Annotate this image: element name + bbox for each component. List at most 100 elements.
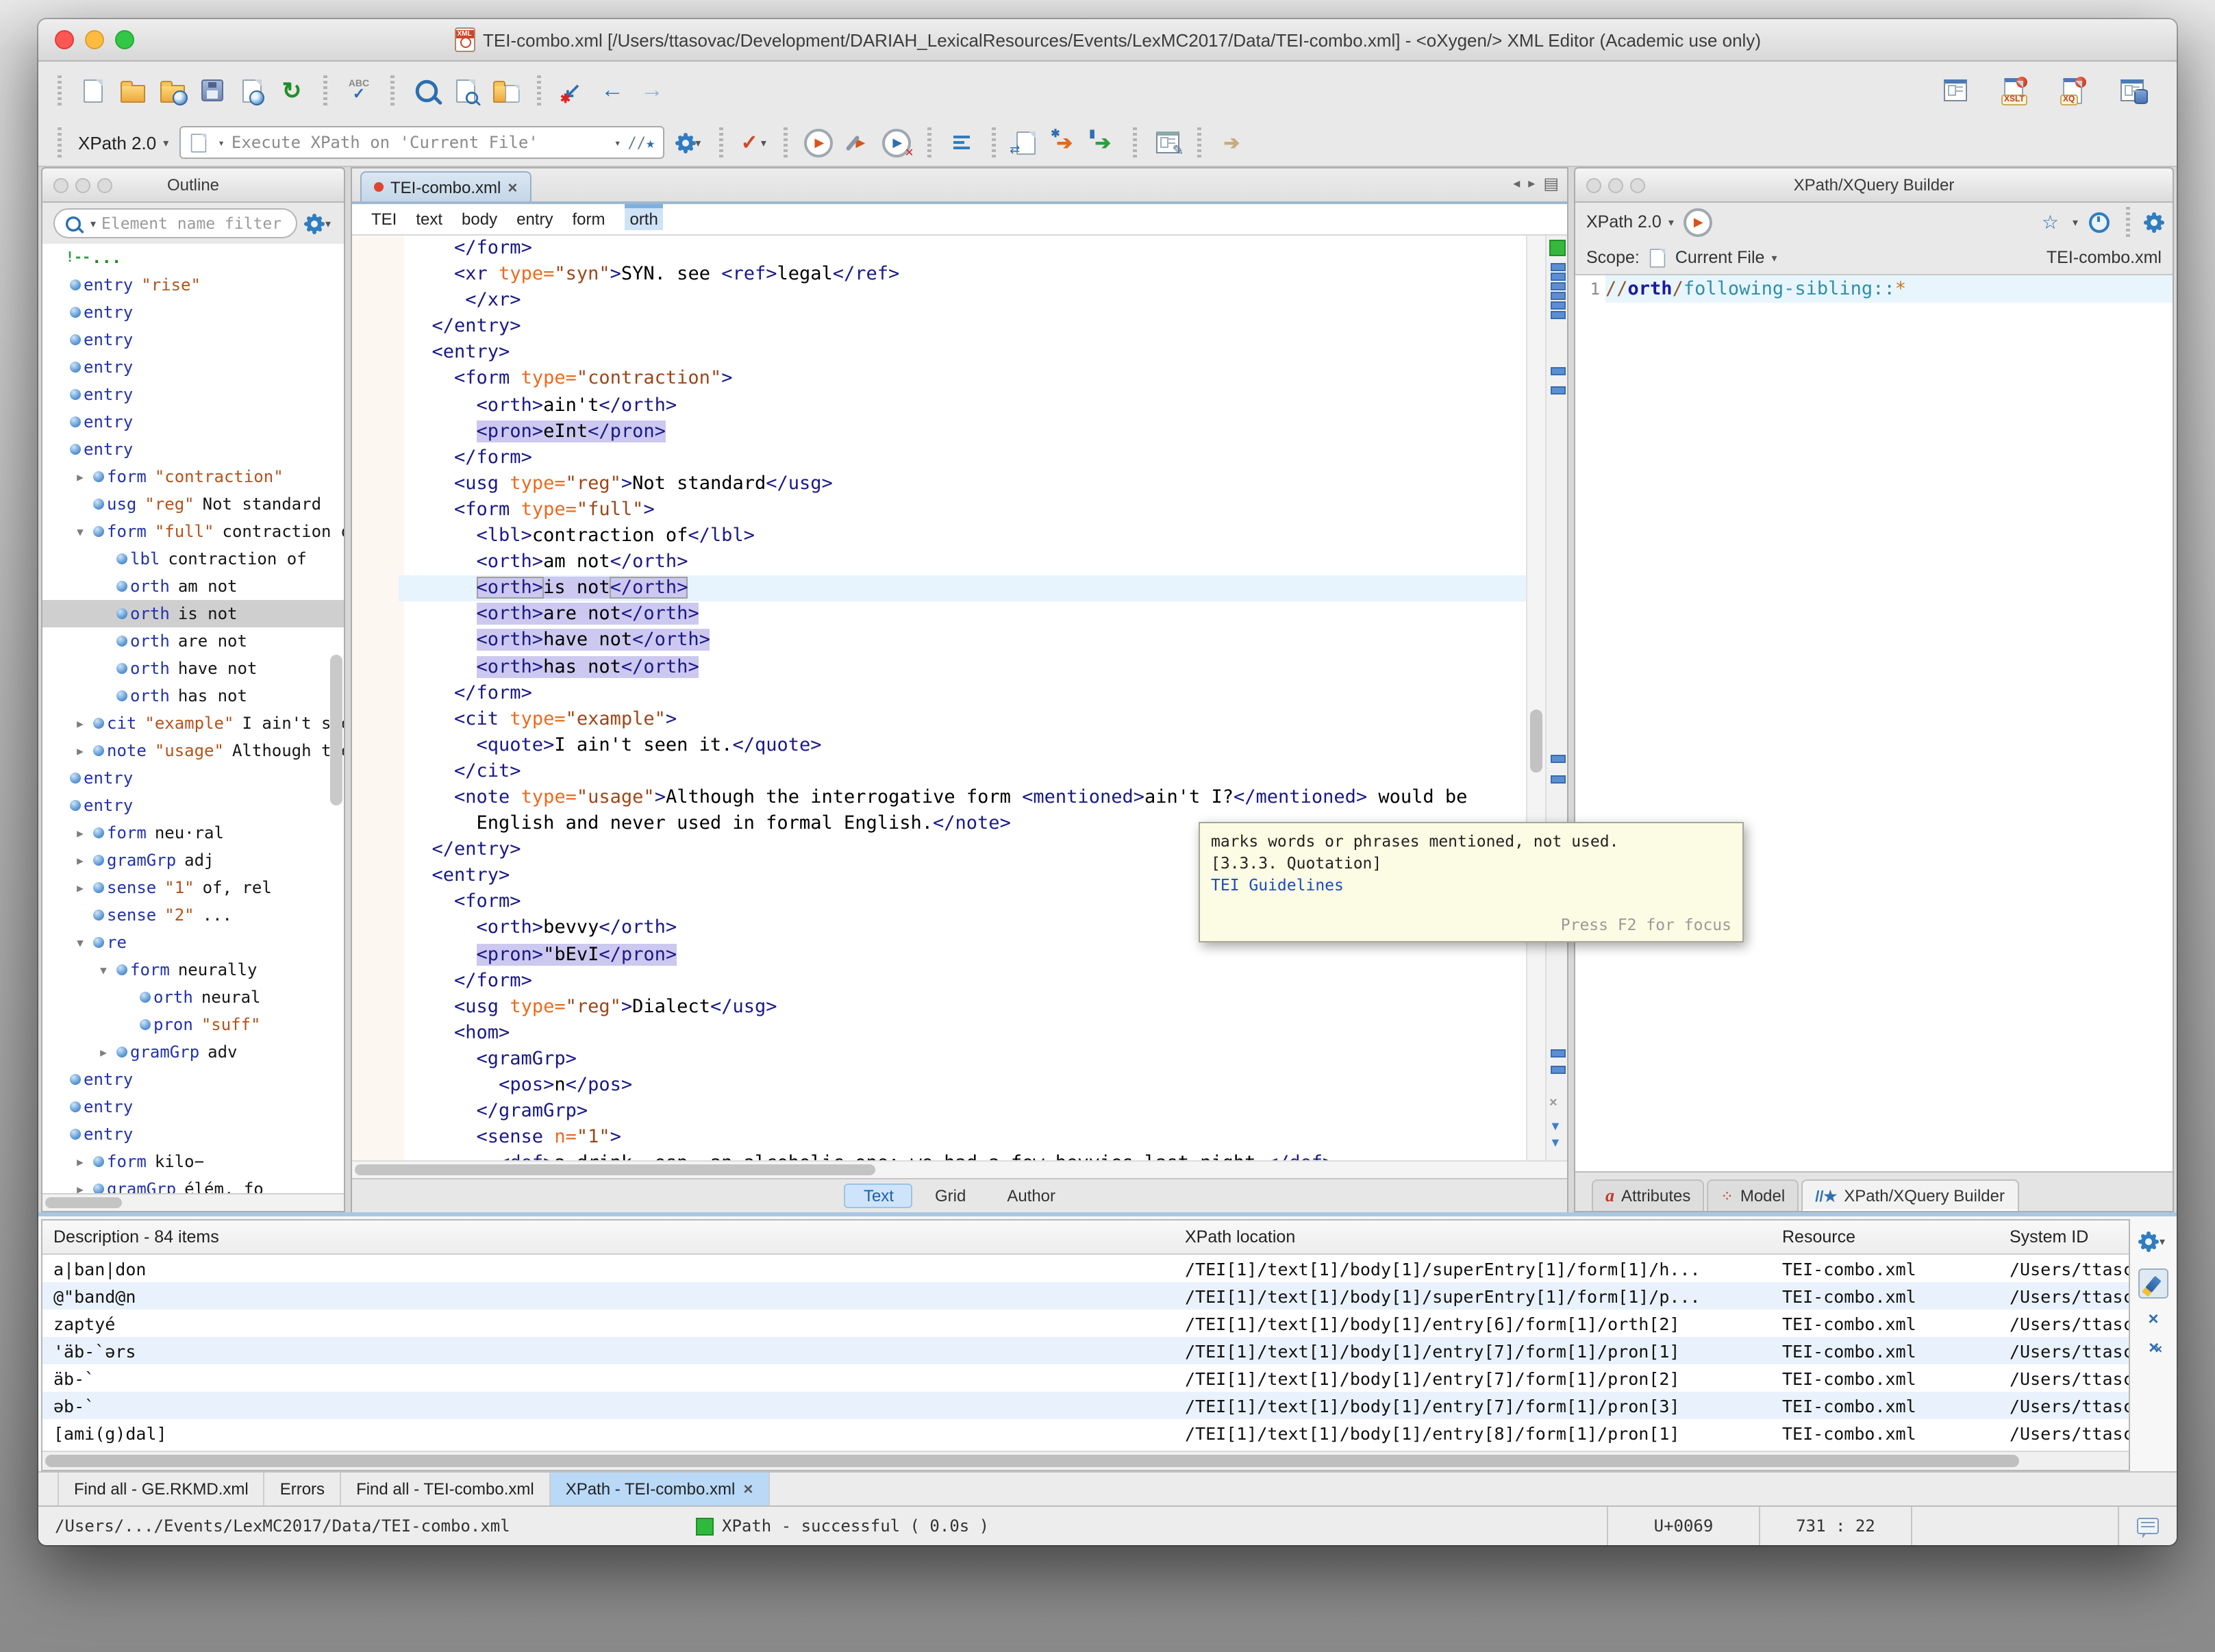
history-icon[interactable] <box>2089 212 2110 232</box>
builder-version-dropdown[interactable]: XPath 2.0▾ <box>1586 212 1674 231</box>
code-line-731[interactable]: 731<orth>is not</orth> <box>399 575 1526 601</box>
code-line-752[interactable]: 752▿<sense n="1"> <box>399 1125 1526 1151</box>
save-icon[interactable] <box>199 74 226 107</box>
open-url-icon[interactable] <box>159 74 186 107</box>
code-line-726[interactable]: 726</form> <box>399 445 1526 471</box>
expander-icon[interactable]: ▶ <box>71 827 89 839</box>
code-line-729[interactable]: 729<lbl>contraction of</lbl> <box>399 523 1526 549</box>
code-line-724[interactable]: 724<orth>ain't</orth> <box>399 392 1526 418</box>
element-filter-input[interactable]: ▾ Element name filter <box>53 208 297 238</box>
breadcrumb-item-form[interactable]: form <box>572 210 605 229</box>
code-line-753[interactable]: 753<def>a drink, esp. an alcoholic one: … <box>399 1151 1526 1160</box>
outline-item-gramGrp[interactable]: ▶gramGrpélém. fo <box>42 1175 344 1193</box>
next-marker-icon[interactable]: ▼ <box>1549 1121 1562 1133</box>
forward-icon[interactable]: → <box>638 74 666 107</box>
debug-scenario-icon[interactable]: ▶✕ <box>882 126 911 159</box>
last-edit-location-icon[interactable]: ↙✱ <box>559 74 586 107</box>
code-line-730[interactable]: 730<orth>am not</orth> <box>399 549 1526 575</box>
title-bar[interactable]: TEI-combo.xml [/Users/ttasovac/Developme… <box>38 19 2177 62</box>
close-tab-icon[interactable]: × <box>743 1479 753 1499</box>
builder-settings-icon[interactable] <box>2147 214 2162 229</box>
clear-markers-icon[interactable]: × <box>1549 1096 1557 1111</box>
code-lines[interactable]: 718</form>719▿<xr type="syn">SYN. see <r… <box>399 236 1526 1160</box>
view-tab-errors[interactable]: Errors <box>265 1473 341 1505</box>
favorites-icon[interactable]: ☆ <box>2042 210 2059 234</box>
outline-item-sense[interactable]: ▶sense"1"of, rel <box>42 874 344 901</box>
code-line-748[interactable]: 748▿<hom> <box>399 1021 1526 1047</box>
code-line-750[interactable]: 750<pos>n</pos> <box>399 1073 1526 1099</box>
outline-item-entry[interactable]: entry <box>42 381 344 408</box>
code-line-734[interactable]: 734<orth>has not</orth> <box>399 654 1526 680</box>
spell-check-icon[interactable]: ABC✓ <box>345 74 373 107</box>
expander-icon[interactable]: ▼ <box>71 525 89 538</box>
track-changes-icon[interactable]: ➔ <box>1218 126 1245 159</box>
fold-icon[interactable]: ▿ <box>399 864 404 890</box>
fold-icon[interactable]: ▿ <box>399 1021 404 1047</box>
outline-item-cit[interactable]: ▶cit"example"I ain't seen it. <box>42 710 344 737</box>
overview-ruler[interactable]: × ▼ ▼ <box>1545 236 1567 1160</box>
breadcrumb-item-entry[interactable]: entry <box>516 210 553 229</box>
outline-item-orth[interactable]: orthis not <box>42 600 344 627</box>
outline-item-entry[interactable]: entry <box>42 1093 344 1121</box>
splitter[interactable] <box>1568 167 1574 1212</box>
result-row[interactable]: zaptyé/TEI[1]/text[1]/body[1]/entry[6]/f… <box>42 1310 2129 1337</box>
code-line-723[interactable]: 723▿<form type="contraction"> <box>399 366 1526 392</box>
splitter[interactable] <box>345 167 351 1212</box>
status-notification-area[interactable] <box>2118 1507 2177 1545</box>
change-marker-icon[interactable] <box>1551 292 1566 300</box>
outline-scrollbar[interactable] <box>330 655 342 805</box>
save-to-url-icon[interactable] <box>238 74 266 107</box>
tab-list-icon[interactable]: ▤ <box>1543 174 1559 193</box>
change-marker-icon[interactable] <box>1551 1049 1566 1057</box>
promote-orange-icon[interactable]: ➔✱ <box>1051 126 1078 159</box>
outline-item-orth[interactable]: ortham not <box>42 573 344 600</box>
view-tab-find-all-tei-combo-xml[interactable]: Find all - TEI-combo.xml <box>341 1473 551 1505</box>
code-line-739[interactable]: 739▿<note type="usage">Although the inte… <box>399 785 1526 811</box>
editor-vscrollbar[interactable] <box>1526 236 1545 1160</box>
outline-item-lbl[interactable]: lblcontraction of <box>42 545 344 573</box>
outline-item-form[interactable]: ▶formneu·ral <box>42 819 344 847</box>
change-marker-icon[interactable] <box>1551 755 1566 763</box>
outline-header[interactable]: Outline <box>42 168 344 203</box>
execute-xpath-icon[interactable]: ▶ <box>1684 208 1712 236</box>
change-marker-icon[interactable] <box>1551 301 1566 310</box>
result-row[interactable]: əb-`/TEI[1]/text[1]/body[1]/entry[7]/for… <box>42 1392 2129 1419</box>
fold-icon[interactable]: ▿ <box>399 706 404 732</box>
configure-transformation-icon[interactable]: ▶ <box>844 126 871 159</box>
outline-item-usg[interactable]: usg"reg"Not standard <box>42 490 344 518</box>
outline-item-gramGrp[interactable]: ▶gramGrpadj <box>42 847 344 874</box>
outline-item-orth[interactable]: orthneural <box>42 984 344 1011</box>
last-marker-icon[interactable]: ▼ <box>1549 1137 1562 1149</box>
outline-settings-icon[interactable]: ▾ <box>305 207 333 240</box>
panel-tab-attributes[interactable]: aAttributes <box>1592 1179 1704 1211</box>
code-line-745[interactable]: 745<pron>"bEvI</pron> <box>399 942 1526 968</box>
expander-icon[interactable]: ▶ <box>71 744 89 757</box>
breadcrumb-item-orth[interactable]: orth <box>624 208 663 230</box>
expander-icon[interactable]: ▶ <box>71 854 89 866</box>
tab-tei-combo[interactable]: TEI-combo.xml × <box>360 171 531 201</box>
debug-xquery-icon[interactable]: XQ <box>2059 74 2086 107</box>
code-line-738[interactable]: 738</cit> <box>399 759 1526 785</box>
tab-scroll-left-icon[interactable]: ◂ <box>1513 176 1520 191</box>
outline-item-entry[interactable]: entry"rise" <box>42 271 344 299</box>
find-resource-icon[interactable] <box>492 74 519 107</box>
code-line-720[interactable]: 720</xr> <box>399 288 1526 314</box>
fold-icon[interactable]: ▿ <box>399 785 404 811</box>
code-line-718[interactable]: 718</form> <box>399 236 1526 262</box>
code-line-733[interactable]: 733<orth>have not</orth> <box>399 628 1526 654</box>
column-header[interactable]: XPath location <box>1174 1227 1771 1247</box>
scope-dropdown[interactable]: Current File▾ <box>1675 248 1777 267</box>
change-marker-icon[interactable] <box>1551 273 1566 281</box>
zoom-window-button[interactable] <box>115 30 134 49</box>
fold-icon[interactable]: ▿ <box>399 262 404 288</box>
back-icon[interactable]: ← <box>599 74 626 107</box>
outline-item-gramGrp[interactable]: ▶gramGrpadv <box>42 1038 344 1066</box>
outline-item-note[interactable]: ▶note"usage"Although the <box>42 737 344 764</box>
minimize-window-button[interactable] <box>85 30 104 49</box>
mode-grid[interactable]: Grid <box>916 1184 985 1208</box>
database-perspective-icon[interactable] <box>2118 74 2145 107</box>
xpath-input[interactable]: ▾ Execute XPath on 'Current File' ▾ //★ <box>179 126 664 159</box>
fold-icon[interactable]: ▿ <box>399 1047 404 1073</box>
change-marker-icon[interactable] <box>1551 263 1566 271</box>
xpath-version-dropdown[interactable]: XPath 2.0▾ <box>78 132 168 153</box>
